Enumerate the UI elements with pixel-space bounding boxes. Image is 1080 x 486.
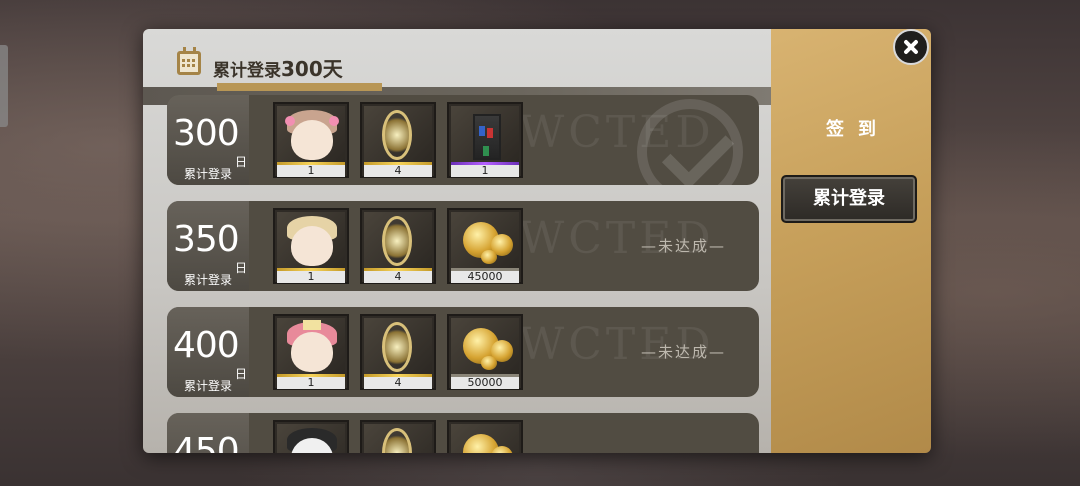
status-not-achieved: —未达成— xyxy=(641,237,727,255)
calendar-icon xyxy=(177,47,201,75)
reward-row-400: WCTED 400 日 累计登录 1 4 50000 —未达成— xyxy=(167,307,759,397)
title-days: 300天 xyxy=(281,57,343,81)
day-number: 400 xyxy=(173,325,240,366)
reward-item[interactable]: 4 xyxy=(360,102,436,178)
status-not-achieved: —未达成— xyxy=(641,343,727,361)
close-icon[interactable] xyxy=(893,29,929,65)
reward-item[interactable] xyxy=(360,420,436,453)
reward-item[interactable] xyxy=(447,420,523,453)
item-count: 4 xyxy=(364,377,432,389)
golden-sword-icon xyxy=(364,106,432,162)
day-label: 累计登录 xyxy=(183,273,232,287)
day-number: 350 xyxy=(173,219,240,260)
day-box: 450 xyxy=(167,413,249,453)
gold-coins-icon xyxy=(451,424,519,453)
cumulative-login-button[interactable]: 累计登录 xyxy=(781,175,917,223)
item-count: 50000 xyxy=(451,377,519,389)
gold-coins-icon xyxy=(451,212,519,268)
reward-row-350: WCTED 350 日 累计登录 1 4 45000 —未达成— xyxy=(167,201,759,291)
reward-item[interactable]: 45000 xyxy=(447,208,523,284)
page-title: 累计登录300天 xyxy=(213,53,343,82)
golden-sword-icon xyxy=(364,212,432,268)
reward-item[interactable] xyxy=(273,420,349,453)
item-count: 1 xyxy=(451,165,519,177)
sign-in-tab[interactable]: 签到 xyxy=(771,115,931,141)
day-label: 累计登录 xyxy=(183,167,232,181)
day-box: 400 日 累计登录 xyxy=(167,307,249,397)
reward-item[interactable]: 4 xyxy=(360,208,436,284)
reward-item[interactable]: 50000 xyxy=(447,314,523,390)
reward-item[interactable]: 1 xyxy=(273,102,349,178)
furniture-shelf-icon xyxy=(451,106,519,162)
item-count: 1 xyxy=(277,271,345,283)
day-label: 累计登录 xyxy=(183,379,232,393)
day-number: 450 xyxy=(173,431,240,453)
reward-item[interactable]: 4 xyxy=(360,314,436,390)
reward-row-450: 450 xyxy=(167,413,759,453)
gold-coins-icon xyxy=(451,318,519,374)
title-prefix: 累计登录 xyxy=(213,61,281,81)
chibi-pink-crown-icon xyxy=(277,318,345,374)
reward-item[interactable]: 1 xyxy=(273,208,349,284)
action-sidebar: 签到 累计登录 xyxy=(771,29,931,453)
dialog-header: 累计登录300天 xyxy=(143,47,771,105)
reward-row-300: WCTED 300 日 累计登录 1 4 1 xyxy=(167,95,759,185)
day-box: 300 日 累计登录 xyxy=(167,95,249,185)
item-count: 4 xyxy=(364,165,432,177)
item-count: 45000 xyxy=(451,271,519,283)
golden-sword-icon xyxy=(364,424,432,453)
day-box: 350 日 累计登录 xyxy=(167,201,249,291)
header-accent xyxy=(217,83,382,91)
day-number: 300 xyxy=(173,113,240,154)
chibi-blonde-hair-icon xyxy=(277,212,345,268)
reward-item[interactable]: 1 xyxy=(447,102,523,178)
reward-list-panel: 累计登录300天 WCTED 300 日 累计登录 1 4 1 WCTED 35… xyxy=(143,29,771,453)
item-count: 1 xyxy=(277,377,345,389)
login-reward-dialog: 累计登录300天 WCTED 300 日 累计登录 1 4 1 WCTED 35… xyxy=(143,29,931,453)
background-edge-bar xyxy=(0,45,8,127)
item-count: 1 xyxy=(277,165,345,177)
reward-item[interactable]: 1 xyxy=(273,314,349,390)
chibi-panda-icon xyxy=(277,424,345,453)
chibi-pink-hair-icon xyxy=(277,106,345,162)
item-count: 4 xyxy=(364,271,432,283)
golden-sword-icon xyxy=(364,318,432,374)
